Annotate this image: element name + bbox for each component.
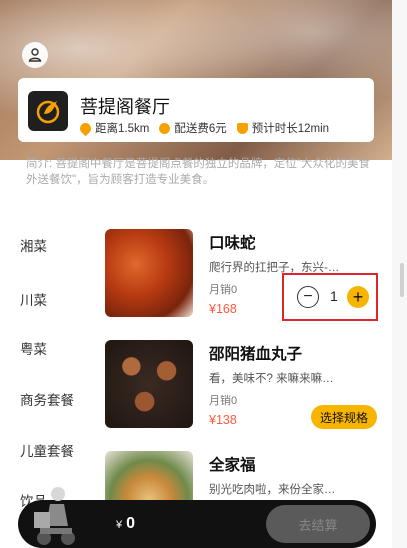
dish-description: 别光吃肉啦，来份全家… <box>209 484 336 496</box>
dish-price: ¥138 <box>209 413 237 427</box>
shop-intro: 简介: 菩提阁中餐厅是菩提阁点餐的独立的品牌，定位"大众化的美食外送餐饮"，旨为… <box>26 158 370 186</box>
category-item[interactable]: 儿童套餐 <box>20 440 74 460</box>
shop-logo <box>28 91 68 131</box>
cart-total: ¥0 <box>116 515 135 533</box>
currency-symbol: ¥ <box>116 519 123 531</box>
location-icon <box>77 120 94 136</box>
dish-description: 看，美味不? 来嘛来嘛… <box>209 373 334 385</box>
person-icon <box>28 48 42 62</box>
money-bag-icon <box>159 122 171 134</box>
select-spec-button[interactable]: 选择规格 <box>311 405 377 429</box>
dish-image <box>105 340 193 428</box>
category-item[interactable]: 商务套餐 <box>20 389 74 409</box>
shield-icon <box>236 122 248 134</box>
dish-name: 邵阳猪血丸子 <box>209 346 303 363</box>
flame-logo-icon <box>36 100 60 124</box>
eta-info: 预计时长12min <box>236 120 330 136</box>
shop-meta: 距离1.5km 配送费6元 预计时长12min <box>77 120 330 136</box>
checkout-button[interactable]: 去结算 <box>266 505 370 543</box>
category-item[interactable]: 川菜 <box>20 289 47 309</box>
shop-info-card: 菩提阁餐厅 距离1.5km 配送费6元 预计时长12min <box>18 78 374 142</box>
dish-image <box>105 229 193 317</box>
dish-monthly-sales: 月销0 <box>209 395 238 407</box>
dish-price: ¥168 <box>209 302 237 316</box>
distance-info: 距离1.5km <box>77 120 150 136</box>
distance-text: 距离1.5km <box>95 123 150 135</box>
dish-name: 全家福 <box>209 457 256 474</box>
delivery-fee-text: 配送费6元 <box>174 123 227 135</box>
dish-name: 口味蛇 <box>209 235 256 252</box>
quantity-value: 1 <box>330 288 338 304</box>
delivery-rider-icon[interactable] <box>30 482 78 548</box>
cart-total-amount: 0 <box>126 515 136 532</box>
delivery-fee-info: 配送费6元 <box>159 120 227 136</box>
shop-name: 菩提阁餐厅 <box>80 97 170 117</box>
user-icon[interactable] <box>22 42 48 68</box>
increase-quantity-button[interactable]: + <box>347 286 369 308</box>
decrease-quantity-button[interactable]: − <box>297 286 319 308</box>
dish-monthly-sales: 月销0 <box>209 284 238 296</box>
eta-text: 预计时长12min <box>251 123 330 135</box>
category-item[interactable]: 湘菜 <box>20 235 47 255</box>
category-item[interactable]: 粤菜 <box>20 338 47 358</box>
scrollbar-thumb[interactable] <box>400 263 404 297</box>
